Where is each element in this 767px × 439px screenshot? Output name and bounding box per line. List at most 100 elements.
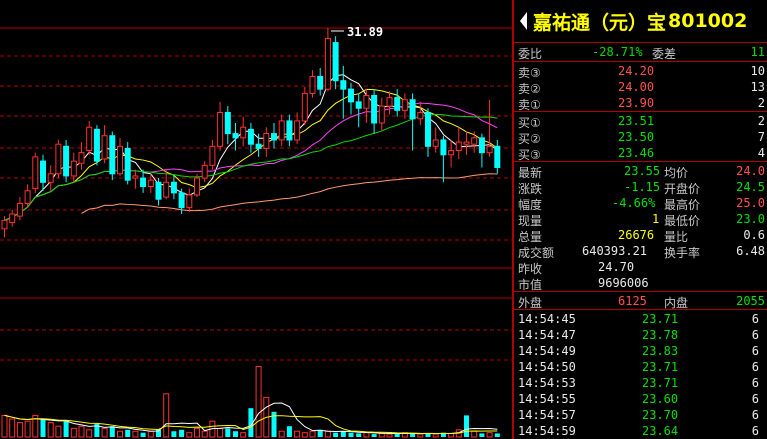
candle-body <box>355 101 362 109</box>
candle-body <box>363 95 370 109</box>
candle-body <box>224 111 231 135</box>
buy-level-1-volume: 2 <box>757 114 765 128</box>
candle-body <box>140 177 147 188</box>
vol-ratio-value: 0.6 <box>743 228 765 242</box>
volume-bar <box>371 434 377 437</box>
candle-body <box>440 139 447 156</box>
candle-body <box>263 133 270 149</box>
candle-body <box>394 97 401 111</box>
buy-level-2-price: 23.50 <box>618 130 655 144</box>
order-ratio-value: -28.71% <box>592 45 643 59</box>
inner-value: 2055 <box>736 294 765 308</box>
stats-row-turnover: 成交额 640393.21 换手率 6.48 <box>514 243 767 260</box>
volume-bars <box>1 365 500 438</box>
trade-price: 23.71 <box>642 312 679 326</box>
kline-chart[interactable]: 31.89 <box>0 0 512 439</box>
volume-bar <box>386 433 393 438</box>
divider <box>514 42 767 43</box>
buy-level-1: 买① 23.51 2 <box>514 113 767 130</box>
trade-volume: 6 <box>751 344 759 358</box>
volume-bar <box>132 430 139 438</box>
candle-body <box>463 141 470 145</box>
trade-volume: 6 <box>751 408 759 422</box>
candlesticks <box>1 28 501 238</box>
trade-price: 23.71 <box>642 360 679 374</box>
volume-bar <box>24 420 31 438</box>
trade-time: 14:54:55 <box>518 392 576 406</box>
volume-bar <box>278 430 285 438</box>
order-ratio-row: 委比 -28.71% 委差 11 <box>514 44 767 61</box>
trade-tick-row: 14:54:59 23.64 6 <box>514 423 767 439</box>
volume-bar <box>240 432 247 438</box>
candle-body <box>132 175 139 179</box>
candle-body <box>186 194 193 209</box>
stock-name: 嘉祐通（元）宝 <box>533 11 667 34</box>
candle-body <box>232 133 239 139</box>
trade-volume: 6 <box>751 392 759 406</box>
candle-body <box>340 80 347 90</box>
sell-level-1-volume: 2 <box>757 96 765 110</box>
candle-body <box>386 97 393 107</box>
trade-price: 23.64 <box>642 424 679 438</box>
trade-volume: 6 <box>751 424 759 438</box>
divider <box>514 291 767 292</box>
volume-bar <box>147 430 154 438</box>
candle-body <box>478 137 485 154</box>
amp-value: -4.66% <box>612 196 656 210</box>
trade-tick-row: 14:54:53 23.71 6 <box>514 375 767 391</box>
candle-body <box>93 128 100 162</box>
divider <box>514 161 767 162</box>
volume-bar <box>233 431 238 437</box>
candle-body <box>163 181 170 198</box>
trade-time: 14:54:59 <box>518 424 576 438</box>
candle-body <box>294 120 301 141</box>
volume-bar <box>479 433 485 437</box>
volume-bar <box>464 415 469 437</box>
turn-rate-value: 6.48 <box>736 244 765 258</box>
volume-bar <box>55 425 62 438</box>
candle-body <box>494 145 501 168</box>
candle-body <box>432 139 439 147</box>
trade-volume: 6 <box>751 328 759 342</box>
candle-body <box>55 143 62 175</box>
cur-vol-value: 1 <box>652 212 660 226</box>
volume-bar <box>86 429 93 438</box>
volume-bar <box>109 426 115 437</box>
buy-level-2-volume: 7 <box>757 130 765 144</box>
sell-level-3-price: 24.20 <box>618 64 655 78</box>
volume-bar <box>1 414 8 438</box>
trade-price: 23.83 <box>642 344 679 358</box>
candle-body <box>324 37 331 90</box>
candle-body <box>409 99 416 120</box>
volume-bar <box>324 430 331 438</box>
chart-grid <box>0 27 512 361</box>
stats-row-change: 涨跌 -1.15 开盘价 24.5 <box>514 179 767 196</box>
peak-price-label: 31.89 <box>347 25 383 39</box>
candle-body <box>201 164 208 179</box>
candle-body <box>448 150 455 156</box>
volume-bar <box>40 419 46 437</box>
volume-bar <box>201 430 208 438</box>
volume-bar <box>179 429 185 437</box>
volume-bar <box>117 430 123 438</box>
candle-body <box>117 145 123 175</box>
candle-body <box>471 137 478 145</box>
divider <box>514 111 767 112</box>
candle-body <box>78 152 85 164</box>
sell-level-2: 卖② 24.00 13 <box>514 79 767 96</box>
kline-chart-area[interactable]: 31.89 <box>0 0 512 439</box>
latest-value: 23.55 <box>624 164 661 178</box>
order-diff-label: 委差 <box>652 47 677 61</box>
order-diff-value: 11 <box>750 45 765 59</box>
volume-bar <box>125 429 131 437</box>
stats-row-latest: 最新 23.55 均价 24.0 <box>514 163 767 180</box>
volume-bar <box>294 430 301 438</box>
volume-bar <box>410 433 416 437</box>
candle-body <box>124 147 131 181</box>
trade-tick-row: 14:54:55 23.60 6 <box>514 391 767 407</box>
stock-code: 801002 <box>668 10 748 32</box>
volume-bar <box>140 432 146 437</box>
back-arrow-icon[interactable] <box>520 12 527 30</box>
volume-bar <box>471 430 478 438</box>
sell-level-2-price: 24.00 <box>618 80 655 94</box>
